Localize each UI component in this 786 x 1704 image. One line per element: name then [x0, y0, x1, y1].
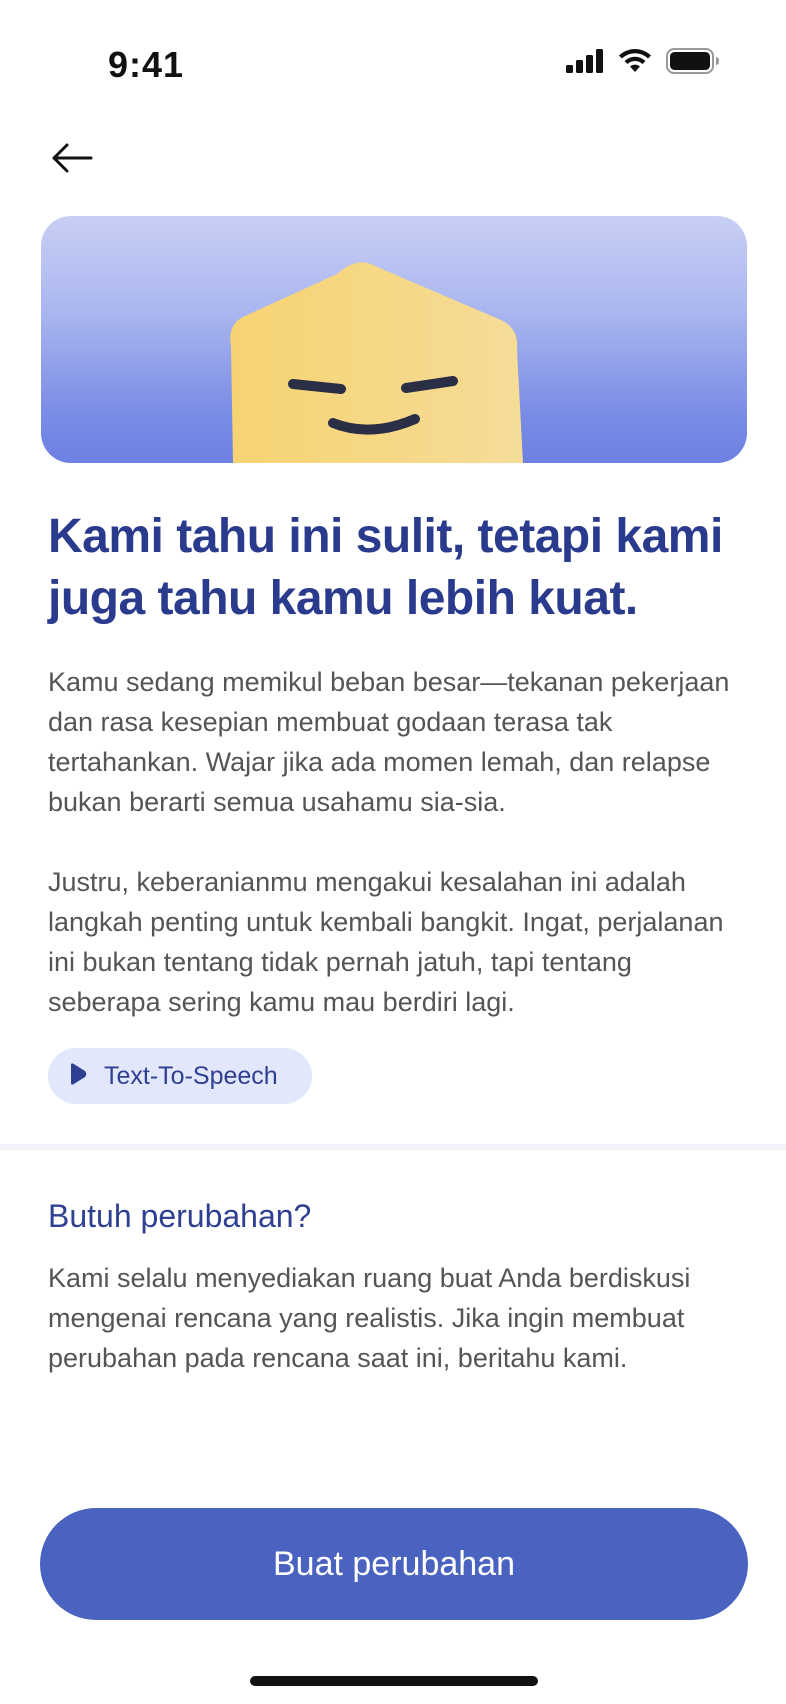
play-icon: [68, 1062, 88, 1090]
status-icons: [566, 48, 720, 74]
body-paragraph-2: Justru, keberanianmu mengakui kesalahan …: [48, 867, 724, 1017]
section-body: Kami selalu menyediakan ruang buat Anda …: [48, 1263, 691, 1373]
smiling-character-illustration: [230, 262, 524, 463]
status-time: 9:41: [108, 44, 185, 85]
back-button[interactable]: [46, 134, 98, 186]
page-title: Kami tahu ini sulit, tetapi kami juga ta…: [48, 510, 723, 625]
text-to-speech-label: Text-To-Speech: [104, 1061, 278, 1090]
make-changes-button[interactable]: Buat perubahan: [40, 1508, 748, 1620]
wifi-icon: [618, 48, 652, 74]
text-to-speech-button[interactable]: Text-To-Speech: [48, 1048, 312, 1104]
body-paragraph-1: Kamu sedang memikul beban besar—tekanan …: [48, 667, 730, 817]
arrow-left-icon: [51, 143, 93, 178]
battery-icon: [666, 48, 720, 74]
section-divider: [0, 1144, 786, 1150]
home-indicator: [250, 1676, 538, 1686]
screen: 9:41 Kami tahu ini sulit, tetapi kami ju…: [0, 0, 786, 1704]
status-bar: 9:41: [0, 0, 786, 130]
hero-illustration: [41, 216, 747, 463]
section-title: Butuh perubahan?: [48, 1198, 312, 1234]
cellular-signal-icon: [566, 49, 604, 73]
